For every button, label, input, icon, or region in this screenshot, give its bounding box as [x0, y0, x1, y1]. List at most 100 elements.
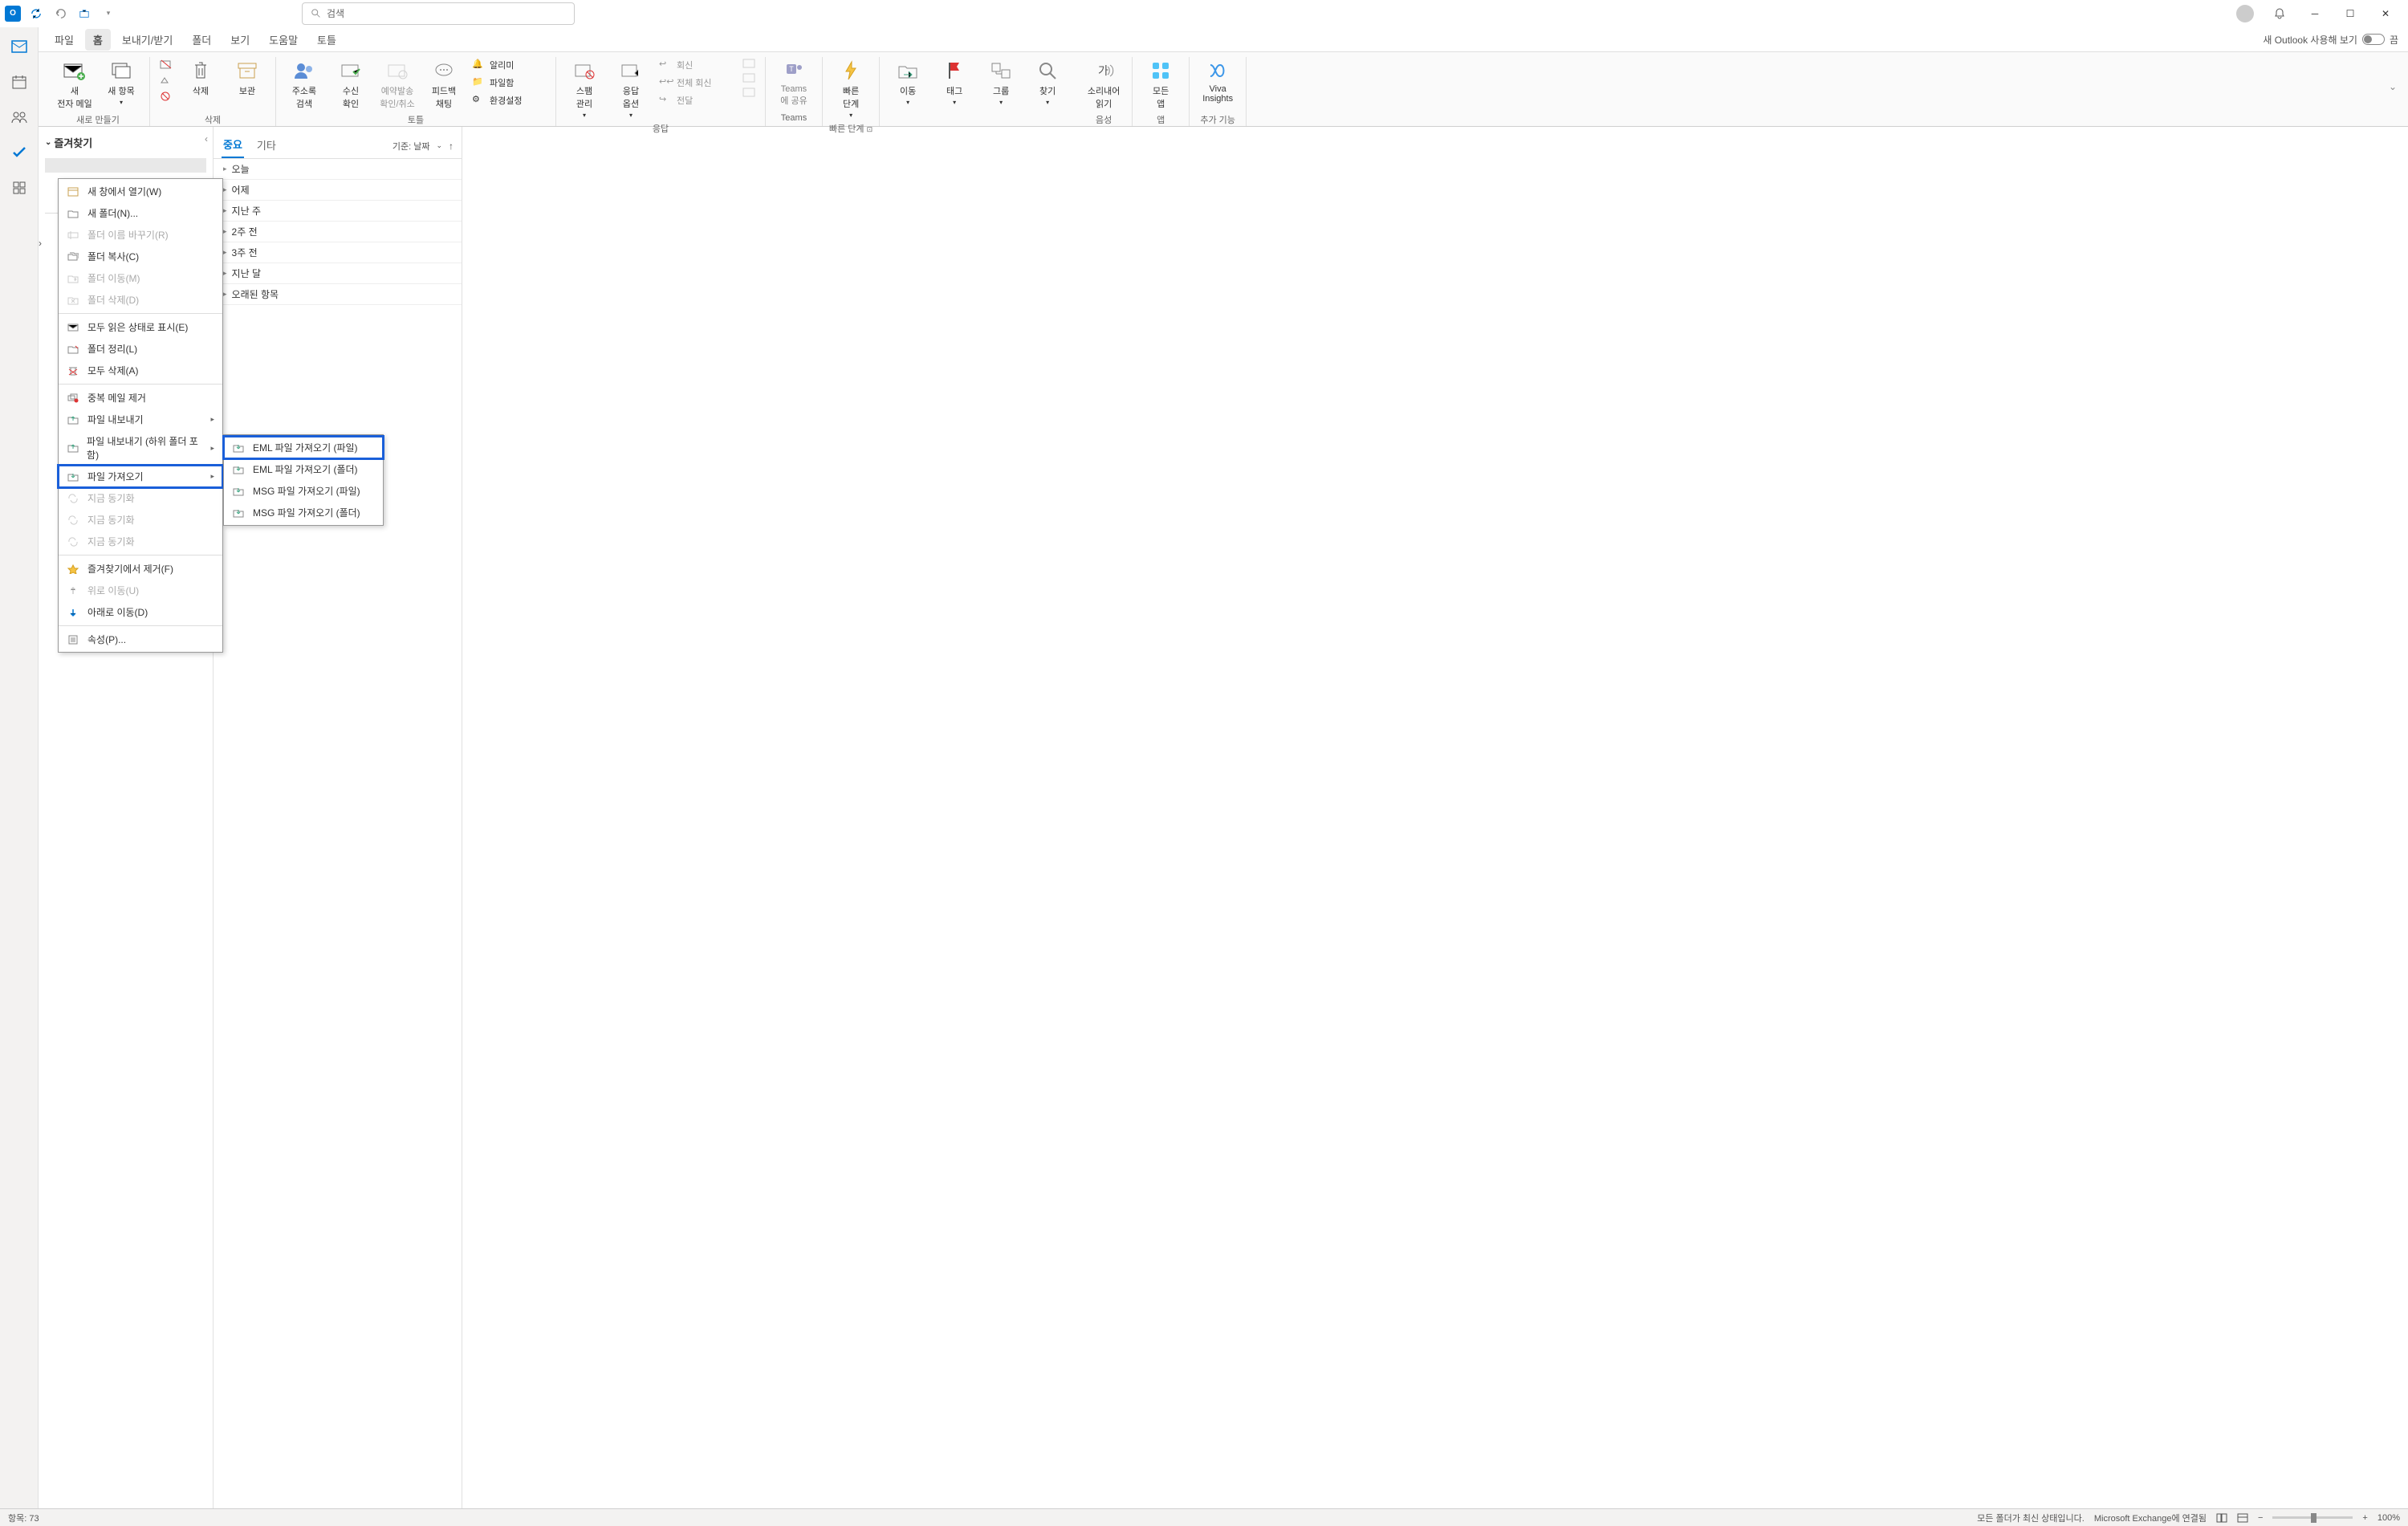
favorites-header[interactable]: ⌄즐겨찾기 [45, 135, 206, 150]
apps-nav-icon[interactable] [8, 177, 31, 199]
tab-help[interactable]: 도움말 [261, 29, 306, 51]
avatar[interactable] [2236, 5, 2254, 22]
folder-new-icon [67, 207, 79, 220]
ribbon-collapse-icon[interactable]: ⌄ [2389, 57, 2408, 126]
ctx-import[interactable]: 파일 가져오기▸ [59, 466, 222, 487]
date-group[interactable]: ▸3주 전 [214, 242, 462, 263]
teams-share-button[interactable]: TTeams 에 공유 [772, 57, 816, 108]
ctx-unfavorite[interactable]: 즐겨찾기에서 제거(F) [59, 558, 222, 580]
archive-button[interactable]: 보관 [226, 57, 269, 99]
reply-options-button[interactable]: 응답 옵션▾ [609, 57, 653, 120]
submenu-item[interactable]: MSG 파일 가져오기 (파일) [224, 480, 383, 502]
forward-button[interactable]: ↪전달 [656, 92, 736, 108]
new-email-button[interactable]: 새 전자 메일 [53, 57, 96, 112]
tab-file[interactable]: 파일 [47, 29, 82, 51]
date-group[interactable]: ▸어제 [214, 180, 462, 201]
flag-icon [942, 59, 967, 83]
ctx-copy[interactable]: 폴더 복사(C) [59, 246, 222, 267]
close-button[interactable]: ✕ [2369, 2, 2402, 26]
date-group[interactable]: ▸오래된 항목 [214, 284, 462, 305]
tab-view[interactable]: 보기 [222, 29, 258, 51]
maximize-button[interactable]: ☐ [2334, 2, 2366, 26]
ctx-dedupe[interactable]: 중복 메일 제거 [59, 387, 222, 409]
ctx-move: 폴더 이동(M) [59, 267, 222, 289]
tag-button[interactable]: 태그▾ [933, 57, 976, 108]
zoom-slider[interactable] [2272, 1516, 2353, 1519]
tab-folder[interactable]: 폴더 [184, 29, 219, 51]
tab-focused[interactable]: 중요 [222, 133, 244, 158]
ctx-up: 위로 이동(U) [59, 580, 222, 601]
spam-button[interactable]: 스팸 관리▾ [563, 57, 606, 120]
people-nav-icon[interactable] [8, 106, 31, 128]
viva-button[interactable]: Viva Insights [1196, 57, 1239, 105]
ribbon-group-addins: Viva Insights 추가 기능 [1190, 57, 1247, 126]
new-item-button[interactable]: 새 항목▾ [100, 57, 143, 108]
notify-button[interactable]: 🔔알리미 [469, 57, 549, 73]
zoom-out[interactable]: − [2258, 1513, 2263, 1523]
calendar-nav-icon[interactable] [8, 71, 31, 93]
ctx-export-sub[interactable]: 파일 내보내기 (하위 폴더 포함)▸ [59, 430, 222, 466]
sort-control[interactable]: 기준: 날짜 ⌄ ↑ [393, 140, 454, 153]
ctx-mark-read[interactable]: 모두 읽은 상태로 표시(E) [59, 316, 222, 338]
quick-steps-button[interactable]: 빠른 단계▾ [829, 57, 872, 120]
move-button[interactable]: 이동▾ [886, 57, 929, 108]
settings-button[interactable]: ⚙환경설정 [469, 92, 549, 108]
view-normal-icon[interactable] [2216, 1513, 2227, 1523]
date-group[interactable]: ▸2주 전 [214, 222, 462, 242]
reply-opts-label: 응답 옵션 [623, 84, 639, 110]
all-apps-button[interactable]: 모든 앱 [1139, 57, 1182, 112]
ignore-button[interactable] [157, 57, 176, 71]
date-group[interactable]: ▸지난 달 [214, 263, 462, 284]
more-button[interactable] [739, 86, 759, 99]
feedback-button[interactable]: 피드백 채팅 [422, 57, 466, 112]
ctx-export[interactable]: 파일 내보내기▸ [59, 409, 222, 430]
reply-all-button[interactable]: ↩↩전체 회신 [656, 75, 736, 91]
ctx-properties[interactable]: 속성(P)... [59, 629, 222, 650]
find-button[interactable]: 찾기▾ [1026, 57, 1069, 108]
submenu-item[interactable]: MSG 파일 가져오기 (폴더) [224, 502, 383, 523]
view-reading-icon[interactable] [2237, 1513, 2248, 1523]
reply-button[interactable]: ↩회신 [656, 57, 736, 73]
junk-button[interactable] [157, 89, 176, 104]
qat-dropdown-icon[interactable]: ▾ [100, 5, 117, 22]
cleanup-button[interactable] [157, 73, 176, 87]
tab-send-receive[interactable]: 보내기/받기 [114, 29, 181, 51]
todo-nav-icon[interactable] [8, 141, 31, 164]
expand-account-icon[interactable]: › [39, 238, 42, 249]
mail-nav-icon[interactable] [8, 35, 31, 58]
toggle-switch[interactable] [2362, 34, 2385, 45]
read-aloud-button[interactable]: 가소리내어 읽기 [1082, 57, 1125, 112]
tab-home[interactable]: 홈 [85, 29, 111, 51]
submenu-item[interactable]: EML 파일 가져오기 (폴더) [224, 458, 383, 480]
ctx-cleanup[interactable]: 폴더 정리(L) [59, 338, 222, 360]
search-input[interactable]: 검색 [302, 2, 575, 25]
meeting-button[interactable] [739, 57, 759, 70]
group-button[interactable]: 그룹▾ [979, 57, 1023, 108]
tab-other[interactable]: 기타 [255, 134, 278, 157]
notifications-icon[interactable] [2264, 2, 2296, 26]
submenu-item[interactable]: EML 파일 가져오기 (파일) [224, 437, 383, 458]
delete-button[interactable]: 삭제 [179, 57, 222, 99]
date-group[interactable]: ▸오늘 [214, 159, 462, 180]
undo-icon[interactable] [51, 5, 69, 22]
ctx-down[interactable]: 아래로 이동(D) [59, 601, 222, 623]
zoom-in[interactable]: + [2362, 1513, 2367, 1523]
try-new-outlook[interactable]: 새 Outlook 사용해 보기 끔 [2263, 33, 2398, 47]
attach-button[interactable]: 📁파일함 [469, 75, 549, 91]
ctx-window[interactable]: 새 창에서 열기(W) [59, 181, 222, 202]
date-group[interactable]: ▸지난 주 [214, 201, 462, 222]
im-button[interactable] [739, 71, 759, 84]
selected-folder[interactable] [45, 158, 206, 173]
ctx-folder-new[interactable]: 새 폴더(N)... [59, 202, 222, 224]
ctx-delete-all[interactable]: 모두 삭제(A) [59, 360, 222, 381]
tab-tools[interactable]: 토틀 [309, 29, 344, 51]
ribbon-group-move: 이동▾ 태그▾ 그룹▾ 찾기▾ [880, 57, 1076, 126]
schedule-cancel-button[interactable]: 예약발송 확인/취소 [376, 57, 419, 112]
sync-icon[interactable] [27, 5, 45, 22]
favorites-label: 즐겨찾기 [54, 135, 92, 150]
receive-check-button[interactable]: 수신 확인 [329, 57, 372, 112]
minimize-button[interactable]: ─ [2299, 2, 2331, 26]
collapse-pane-icon[interactable]: ‹ [205, 133, 208, 144]
address-book-button[interactable]: 주소록 검색 [283, 57, 326, 112]
toolbox-icon[interactable] [75, 5, 93, 22]
